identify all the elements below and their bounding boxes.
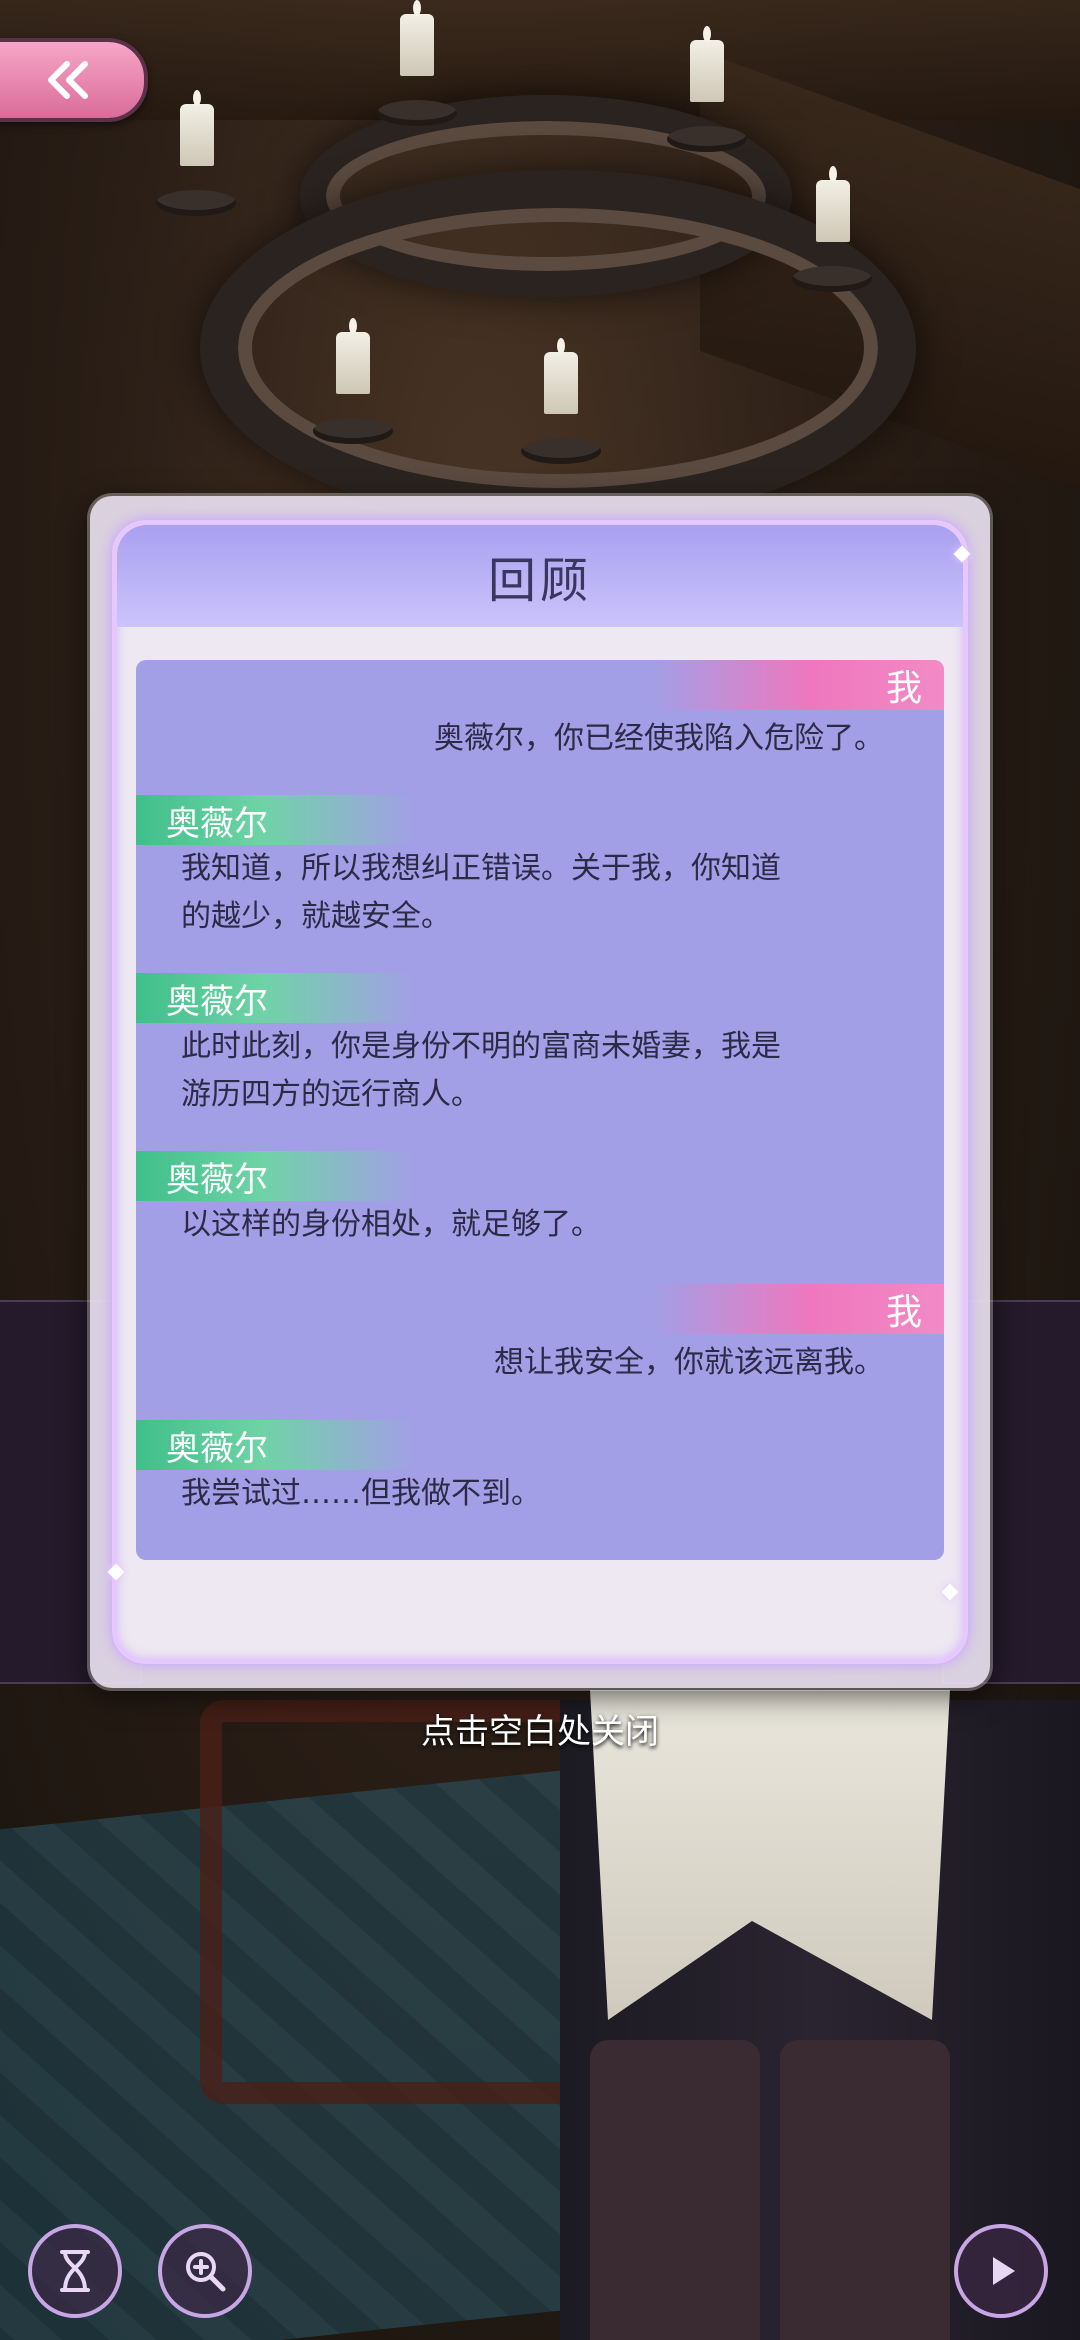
auto-play-button[interactable] — [28, 2224, 122, 2318]
speaker-name: 我 — [885, 1292, 922, 1333]
speaker-tag-player: 我 — [654, 1284, 944, 1334]
candle-holder — [521, 438, 601, 464]
candle — [336, 318, 370, 394]
zoom-in-icon — [186, 2252, 226, 2292]
candle — [690, 26, 724, 102]
character-boot — [780, 2040, 950, 2340]
candle — [816, 166, 850, 242]
candle-holder — [377, 100, 457, 126]
speaker-name: 奥薇尔 — [166, 803, 268, 844]
speaker-tag-npc: 奥薇尔 — [136, 973, 416, 1023]
dialog-line: 想让我安全，你就该远离我。 — [494, 1345, 884, 1380]
play-button[interactable] — [954, 2224, 1048, 2318]
back-button[interactable] — [0, 38, 148, 122]
candle-holder — [313, 418, 393, 444]
candle-holder — [156, 190, 236, 216]
speaker-name: 奥薇尔 — [166, 981, 268, 1022]
dialog-title: 回顾 — [487, 553, 592, 609]
dialog-line: 的越少，就越安全。 — [181, 899, 451, 934]
speaker-name: 奥薇尔 — [166, 1159, 268, 1200]
speaker-tag-npc: 奥薇尔 — [136, 795, 416, 845]
dialog-line: 游历四方的远行商人。 — [181, 1077, 481, 1112]
dialog-line: 奥薇尔，你已经使我陷入危险了。 — [434, 721, 884, 756]
chair — [200, 1700, 584, 2104]
candle — [400, 0, 434, 76]
play-icon — [993, 2257, 1015, 2285]
character-boot — [590, 2040, 760, 2340]
speaker-tag-npc: 奥薇尔 — [136, 1151, 416, 1201]
dialog-line: 我尝试过……但我做不到。 — [181, 1476, 541, 1511]
double-chevron-left-icon — [48, 61, 88, 99]
dialog-line: 我知道，所以我想纠正错误。关于我，你知道 — [181, 851, 781, 886]
game-scene[interactable]: 回顾 我 奥薇尔，你已经使我陷入危险了。 奥薇尔 我知道，所以我想纠正错误。关于… — [0, 0, 1080, 2340]
dialog-line: 以这样的身份相处，就足够了。 — [181, 1207, 601, 1242]
speaker-name: 奥薇尔 — [166, 1428, 268, 1469]
speaker-tag-npc: 奥薇尔 — [136, 1420, 416, 1470]
dialog-title-band: 回顾 — [117, 525, 963, 627]
history-dialog: 回顾 我 奥薇尔，你已经使我陷入危险了。 奥薇尔 我知道，所以我想纠正错误。关于… — [90, 496, 990, 1688]
hourglass-icon — [60, 2250, 90, 2292]
candle — [180, 90, 214, 166]
close-hint[interactable]: 点击空白处关闭 — [0, 1704, 1080, 1753]
candle-holder — [792, 266, 872, 292]
candle-holder — [667, 126, 747, 152]
speaker-tag-player: 我 — [654, 660, 944, 710]
speaker-name: 我 — [885, 668, 922, 709]
zoom-button[interactable] — [158, 2224, 252, 2318]
candle — [544, 338, 578, 414]
dialog-log[interactable]: 我 奥薇尔，你已经使我陷入危险了。 奥薇尔 我知道，所以我想纠正错误。关于我，你… — [136, 660, 944, 1560]
dialog-line: 此时此刻，你是身份不明的富商未婚妻，我是 — [181, 1029, 781, 1064]
